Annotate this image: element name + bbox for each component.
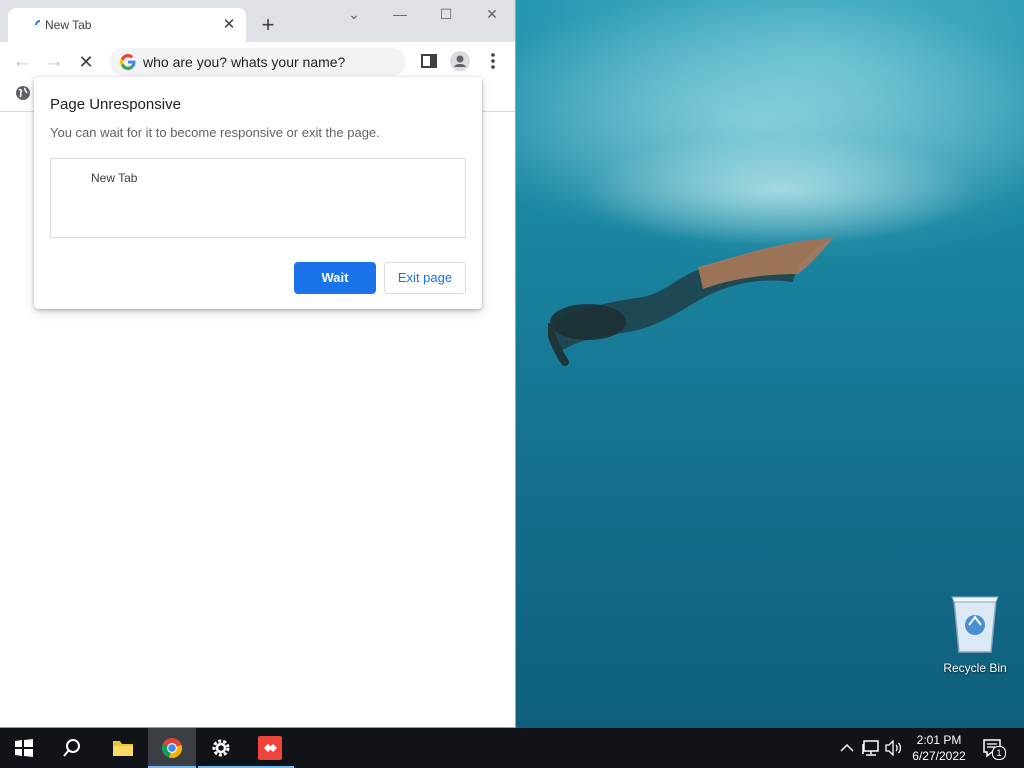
recycle-bin-shortcut[interactable]: Recycle Bin — [940, 592, 1010, 675]
recycle-bin-label: Recycle Bin — [943, 661, 1007, 675]
profile-avatar-icon[interactable] — [450, 51, 470, 71]
exit-page-button[interactable]: Exit page — [384, 262, 466, 294]
settings-taskbar-button[interactable] — [198, 728, 246, 768]
start-button[interactable] — [0, 728, 48, 768]
unresponsive-pages-list: New Tab — [50, 158, 466, 238]
chrome-icon — [161, 738, 182, 758]
address-text: who are you? whats your name? — [143, 54, 346, 70]
volume-button[interactable] — [884, 728, 904, 768]
tab-search-icon[interactable]: ⌄ — [342, 6, 366, 26]
anydesk-taskbar-button[interactable] — [246, 728, 294, 768]
file-explorer-icon — [113, 741, 133, 756]
dialog-title: Page Unresponsive — [50, 96, 181, 113]
tab-new-tab[interactable]: New Tab ✕ — [8, 8, 246, 42]
freediver-image — [548, 238, 833, 366]
side-panel-icon[interactable] — [419, 51, 439, 71]
back-button[interactable]: ← — [10, 50, 34, 74]
stop-loading-button[interactable]: ✕ — [74, 50, 98, 74]
notification-count-badge: 1 — [992, 746, 1006, 760]
maximize-button[interactable]: ☐ — [434, 6, 458, 26]
volume-icon — [885, 740, 902, 756]
tab-title: New Tab — [45, 18, 92, 32]
anydesk-icon — [258, 736, 282, 760]
minimize-button[interactable]: — — [388, 6, 412, 26]
chevron-up-icon — [840, 743, 854, 752]
taskbar: 2:01 PM 6/27/2022 1 — [0, 728, 1024, 768]
show-hidden-icons-button[interactable] — [838, 728, 856, 768]
address-bar[interactable]: who are you? whats your name? — [110, 48, 406, 76]
settings-gear-icon — [212, 739, 230, 757]
list-item: New Tab — [91, 171, 138, 185]
network-icon — [862, 740, 879, 756]
search-icon — [63, 739, 80, 757]
close-window-button[interactable]: ✕ — [480, 6, 504, 26]
clock[interactable]: 2:01 PM 6/27/2022 — [903, 732, 975, 764]
forward-button[interactable]: → — [42, 50, 66, 74]
action-center-button[interactable]: 1 — [980, 728, 1006, 768]
dialog-message: You can wait for it to become responsive… — [50, 125, 380, 140]
chrome-taskbar-button[interactable] — [148, 728, 196, 768]
menu-kebab-icon[interactable] — [483, 51, 503, 71]
browser-toolbar: ← → ✕ who are you? whats your name? — [0, 42, 515, 80]
clock-time: 2:01 PM — [916, 733, 962, 747]
tab-strip: New Tab ✕ + ⌄ — ☐ ✕ — [0, 0, 515, 42]
new-tab-button[interactable]: + — [256, 14, 280, 38]
wait-button[interactable]: Wait — [294, 262, 376, 294]
network-button[interactable] — [861, 728, 881, 768]
search-button[interactable] — [48, 728, 96, 768]
file-explorer-button[interactable] — [98, 728, 146, 768]
google-g-icon — [120, 54, 136, 70]
globe-icon[interactable] — [15, 85, 31, 101]
windows-start-icon — [15, 739, 33, 757]
clock-date: 6/27/2022 — [912, 749, 966, 763]
tab-close-icon[interactable]: ✕ — [220, 16, 238, 34]
recycle-bin-icon — [951, 596, 999, 653]
page-unresponsive-dialog: Page Unresponsive You can wait for it to… — [34, 77, 482, 309]
